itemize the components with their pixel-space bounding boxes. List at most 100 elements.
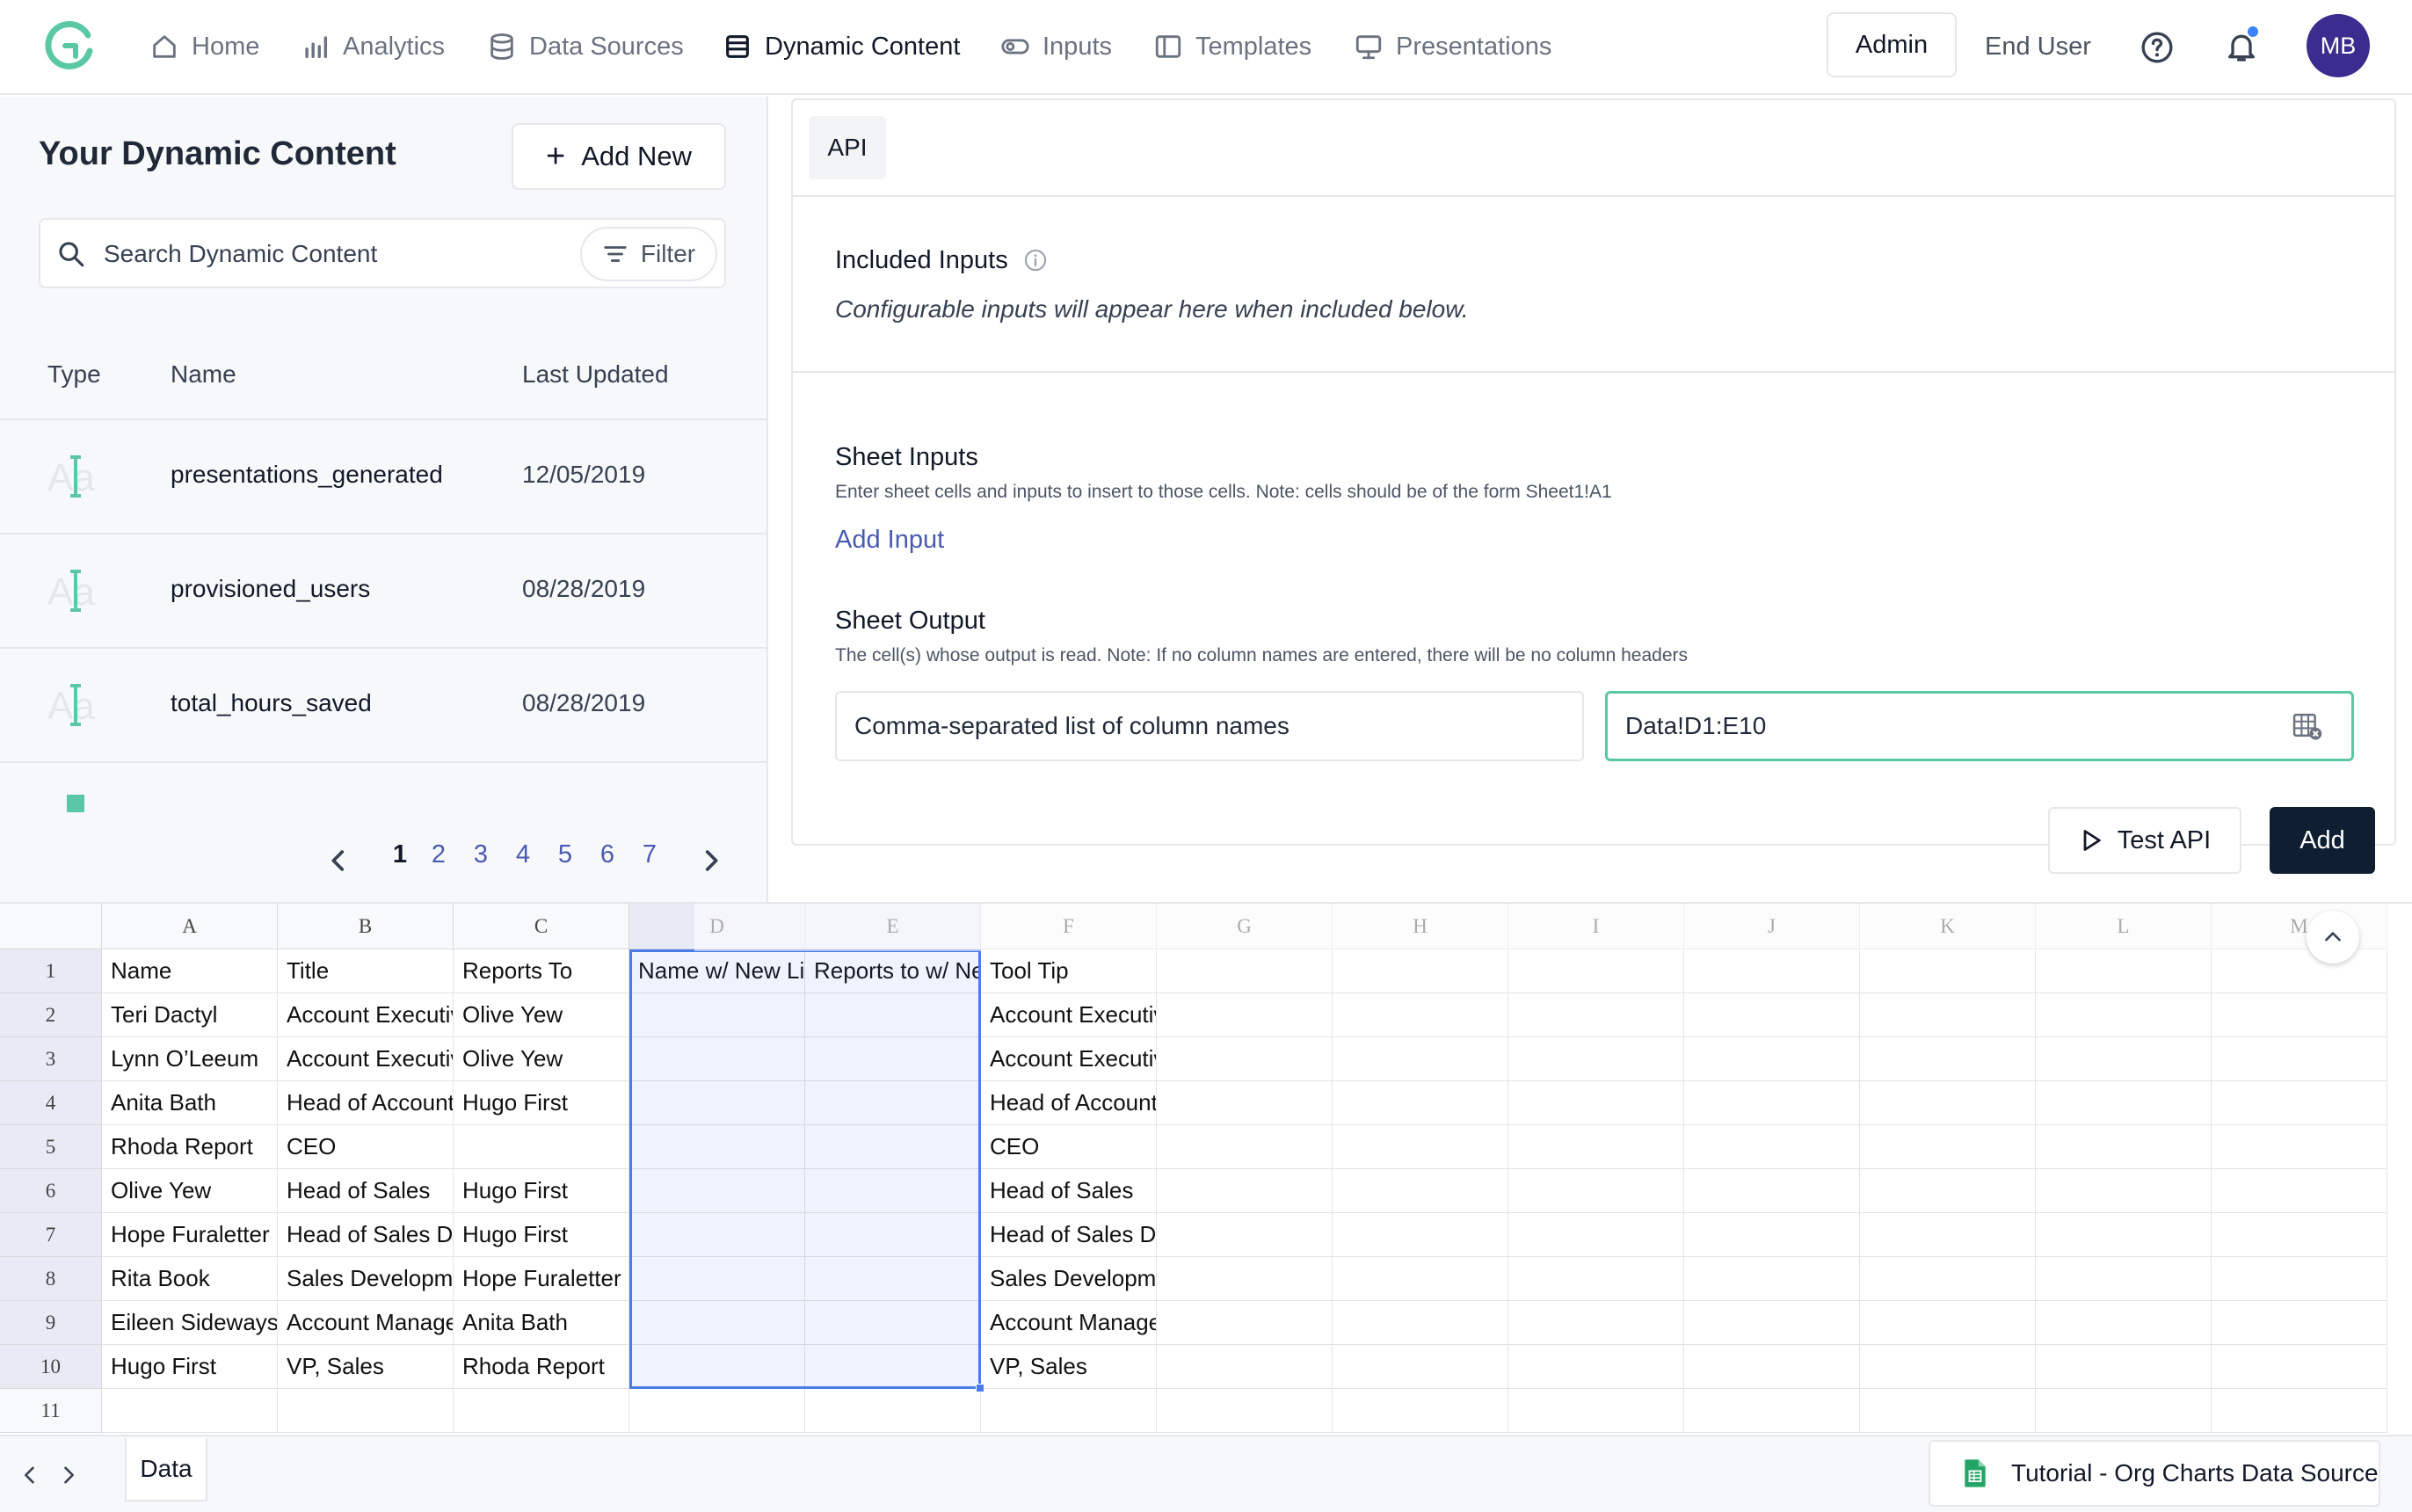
corner-cell[interactable] — [0, 904, 102, 949]
sheet-cell-h9[interactable] — [1333, 1301, 1508, 1345]
row-header-3[interactable]: 3 — [0, 1037, 102, 1081]
sheet-cell-m11[interactable] — [2212, 1389, 2387, 1433]
app-logo[interactable] — [42, 16, 98, 72]
sheet-cell-f10[interactable]: VP, Sales — [981, 1345, 1157, 1389]
sheet-cell-k1[interactable] — [1860, 949, 2036, 993]
sheet-cell-g3[interactable] — [1157, 1037, 1333, 1081]
list-item[interactable]: Aa provisioned_users 08/28/2019 — [0, 534, 768, 647]
nav-analytics[interactable]: Analytics — [301, 26, 445, 67]
sheet-cell-j10[interactable] — [1684, 1345, 1860, 1389]
sheet-cell-l1[interactable] — [2036, 949, 2212, 993]
sheet-cell-b10[interactable]: VP, Sales — [278, 1345, 454, 1389]
sheet-cell-i8[interactable] — [1508, 1257, 1684, 1301]
sheet-cell-c9[interactable]: Anita Bath — [454, 1301, 629, 1345]
sheet-cell-a1[interactable]: Name — [102, 949, 278, 993]
column-header-b[interactable]: B — [278, 904, 454, 949]
row-header-6[interactable]: 6 — [0, 1169, 102, 1213]
column-header-name[interactable]: Name — [171, 360, 236, 389]
sheet-cell-b5[interactable]: CEO — [278, 1125, 454, 1169]
page-3[interactable]: 3 — [468, 840, 494, 869]
previous-page-icon[interactable] — [323, 846, 353, 876]
sheet-cell-g5[interactable] — [1157, 1125, 1333, 1169]
chevron-right-icon[interactable] — [56, 1463, 81, 1487]
sheet-cell-h11[interactable] — [1333, 1389, 1508, 1433]
sheet-cell-l3[interactable] — [2036, 1037, 2212, 1081]
sheet-cell-j5[interactable] — [1684, 1125, 1860, 1169]
sheet-cell-i11[interactable] — [1508, 1389, 1684, 1433]
sheet-cell-i3[interactable] — [1508, 1037, 1684, 1081]
sheet-cell-m2[interactable] — [2212, 993, 2387, 1037]
row-header-9[interactable]: 9 — [0, 1301, 102, 1345]
sheet-cell-k7[interactable] — [1860, 1213, 2036, 1257]
tab-api[interactable]: API — [809, 116, 886, 179]
column-header-c[interactable]: C — [454, 904, 629, 949]
sheet-cell-i2[interactable] — [1508, 993, 1684, 1037]
sheet-cell-b4[interactable]: Head of Account — [278, 1081, 454, 1125]
page-1[interactable]: 1 — [387, 840, 413, 869]
sheet-cell-a11[interactable] — [102, 1389, 278, 1433]
sheet-cell-f6[interactable]: Head of Sales — [981, 1169, 1157, 1213]
sheet-cell-b3[interactable]: Account Executive — [278, 1037, 454, 1081]
column-header-last-updated[interactable]: Last Updated — [522, 360, 669, 389]
sheet-cell-i4[interactable] — [1508, 1081, 1684, 1125]
sheet-cell-h4[interactable] — [1333, 1081, 1508, 1125]
sheet-cell-k9[interactable] — [1860, 1301, 2036, 1345]
collapse-sheet-button[interactable] — [2307, 911, 2359, 963]
add-input-link[interactable]: Add Input — [835, 526, 944, 555]
sheet-cell-i9[interactable] — [1508, 1301, 1684, 1345]
nav-presentations[interactable]: Presentations — [1354, 26, 1551, 67]
sheet-cell-c4[interactable]: Hugo First — [454, 1081, 629, 1125]
sheet-cell-g11[interactable] — [1157, 1389, 1333, 1433]
nav-home[interactable]: Home — [149, 26, 259, 67]
sheet-cell-m4[interactable] — [2212, 1081, 2387, 1125]
sheet-cell-j9[interactable] — [1684, 1301, 1860, 1345]
sheet-cell-l6[interactable] — [2036, 1169, 2212, 1213]
sheet-cell-d11[interactable] — [629, 1389, 805, 1433]
sheet-cell-b1[interactable]: Title — [278, 949, 454, 993]
sheet-cell-k8[interactable] — [1860, 1257, 2036, 1301]
spreadsheet[interactable]: ABCDEFGHIJKLM1NameTitleReports ToName w/… — [0, 902, 2412, 1433]
sheet-cell-j1[interactable] — [1684, 949, 1860, 993]
sheet-cell-m6[interactable] — [2212, 1169, 2387, 1213]
sheet-cell-k2[interactable] — [1860, 993, 2036, 1037]
sheet-cell-f9[interactable]: Account Manager — [981, 1301, 1157, 1345]
sheet-cell-a3[interactable]: Lynn O’Leeum — [102, 1037, 278, 1081]
sheet-cell-l11[interactable] — [2036, 1389, 2212, 1433]
sheet-cell-k6[interactable] — [1860, 1169, 2036, 1213]
page-2[interactable]: 2 — [425, 840, 452, 869]
info-icon[interactable] — [1023, 248, 1048, 273]
sheet-cell-l7[interactable] — [2036, 1213, 2212, 1257]
nav-data-sources[interactable]: Data Sources — [487, 26, 684, 67]
list-item[interactable]: Aa total_hours_saved 08/28/2019 — [0, 649, 768, 761]
sheet-cell-j4[interactable] — [1684, 1081, 1860, 1125]
page-7[interactable]: 7 — [636, 840, 663, 869]
chevron-left-icon[interactable] — [18, 1463, 42, 1487]
row-header-7[interactable]: 7 — [0, 1213, 102, 1257]
sheet-cell-c6[interactable]: Hugo First — [454, 1169, 629, 1213]
test-api-button[interactable]: Test API — [2048, 807, 2241, 874]
sheet-cell-g1[interactable] — [1157, 949, 1333, 993]
sheet-cell-c1[interactable]: Reports To — [454, 949, 629, 993]
sheet-cell-j6[interactable] — [1684, 1169, 1860, 1213]
sheet-cell-a2[interactable]: Teri Dactyl — [102, 993, 278, 1037]
sheet-cell-l2[interactable] — [2036, 993, 2212, 1037]
page-6[interactable]: 6 — [594, 840, 621, 869]
admin-button[interactable]: Admin — [1827, 12, 1957, 77]
sheet-cell-g2[interactable] — [1157, 993, 1333, 1037]
sheet-cell-f4[interactable]: Head of Account — [981, 1081, 1157, 1125]
sheet-cell-l4[interactable] — [2036, 1081, 2212, 1125]
sheet-cell-h1[interactable] — [1333, 949, 1508, 993]
row-header-2[interactable]: 2 — [0, 993, 102, 1037]
data-source-chip[interactable]: Tutorial - Org Charts Data Source — [1929, 1440, 2380, 1507]
column-header-a[interactable]: A — [102, 904, 278, 949]
nav-templates[interactable]: Templates — [1153, 26, 1311, 67]
sheet-cell-b8[interactable]: Sales Development — [278, 1257, 454, 1301]
search-input[interactable] — [104, 232, 596, 276]
sheet-cell-b11[interactable] — [278, 1389, 454, 1433]
sheet-cell-j8[interactable] — [1684, 1257, 1860, 1301]
range-input[interactable] — [1605, 691, 2354, 761]
sheet-cell-g10[interactable] — [1157, 1345, 1333, 1389]
sheet-cell-l9[interactable] — [2036, 1301, 2212, 1345]
sheet-cell-c8[interactable]: Hope Furaletter — [454, 1257, 629, 1301]
selection-fill-handle[interactable] — [976, 1384, 984, 1392]
